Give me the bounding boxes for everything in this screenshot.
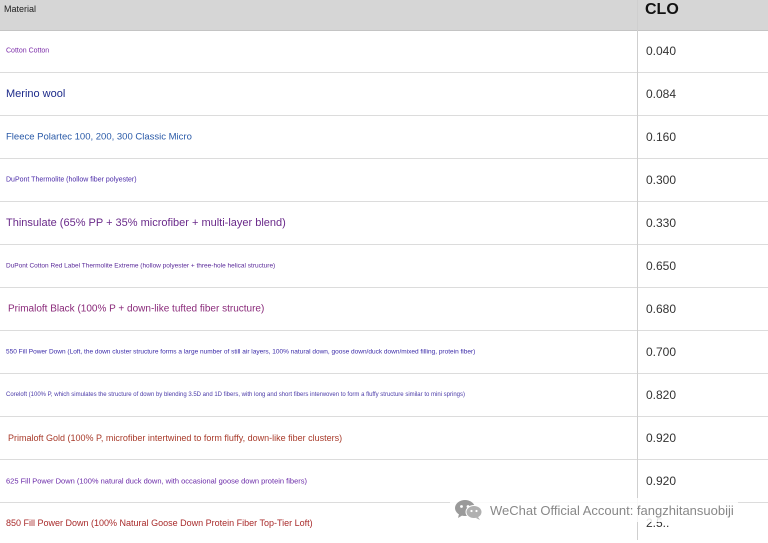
- material-cell: 625 Fill Power Down (100% natural duck d…: [6, 476, 307, 486]
- material-cell: Merino wool: [6, 88, 66, 100]
- table-row: Primaloft Black (100% P + down-like tuft…: [0, 288, 768, 331]
- clo-cell: 0.680: [646, 302, 677, 316]
- clo-cell: 0.300: [646, 173, 677, 187]
- wechat-watermark: WeChat Official Account: fangzhitansuobi…: [450, 498, 738, 522]
- clo-cell: 0.330: [646, 216, 677, 230]
- table-row: Cotton Cotton 0.040: [0, 30, 768, 73]
- watermark-text: WeChat Official Account: fangzhitansuobi…: [490, 502, 734, 518]
- column-divider: [637, 0, 638, 540]
- material-cell: Coreloft (100% P, which simulates the st…: [6, 392, 465, 398]
- material-cell: 550 Fill Power Down (Loft, the down clus…: [6, 348, 476, 356]
- material-cell: Fleece Polartec 100, 200, 300 Classic Mi…: [6, 131, 192, 143]
- clo-table: Material CLO Cotton Cotton 0.040 Merino …: [0, 0, 768, 540]
- material-cell: Thinsulate (65% PP + 35% microfiber + mu…: [6, 217, 286, 229]
- material-cell: Primaloft Black (100% P + down-like tuft…: [8, 303, 265, 315]
- material-cell: 850 Fill Power Down (100% Natural Goose …: [6, 518, 313, 528]
- material-cell: DuPont Thermolite (hollow fiber polyeste…: [6, 176, 137, 184]
- table-row: DuPont Thermolite (hollow fiber polyeste…: [0, 159, 768, 202]
- wechat-icon: [454, 499, 484, 521]
- clo-cell: 0.820: [646, 388, 677, 402]
- material-cell: DuPont Cotton Red Label Thermolite Extre…: [6, 262, 276, 270]
- clo-cell: 0.160: [646, 130, 677, 144]
- clo-column-header: CLO: [645, 1, 679, 18]
- table-row: 625 Fill Power Down (100% natural duck d…: [0, 460, 768, 503]
- clo-cell: 0.920: [646, 431, 677, 445]
- table-row: Primaloft Gold (100% P, microfiber inter…: [0, 417, 768, 460]
- clo-cell: 0.084: [646, 87, 677, 101]
- clo-cell: 0.040: [646, 44, 677, 58]
- material-cell: Primaloft Gold (100% P, microfiber inter…: [8, 433, 343, 443]
- table-row: Coreloft (100% P, which simulates the st…: [0, 374, 768, 417]
- table-row: Thinsulate (65% PP + 35% microfiber + mu…: [0, 202, 768, 245]
- clo-cell: 0.650: [646, 259, 677, 273]
- table-header: Material CLO: [0, 0, 768, 31]
- table-row: 550 Fill Power Down (Loft, the down clus…: [0, 331, 768, 374]
- table-row: Merino wool 0.084: [0, 73, 768, 116]
- material-column-header: Material: [4, 4, 37, 14]
- table-row: Fleece Polartec 100, 200, 300 Classic Mi…: [0, 116, 768, 159]
- table-row: DuPont Cotton Red Label Thermolite Extre…: [0, 245, 768, 288]
- clo-cell: 0.700: [646, 345, 677, 359]
- clo-cell: 0.920: [646, 474, 677, 488]
- material-cell: Cotton Cotton: [6, 47, 50, 55]
